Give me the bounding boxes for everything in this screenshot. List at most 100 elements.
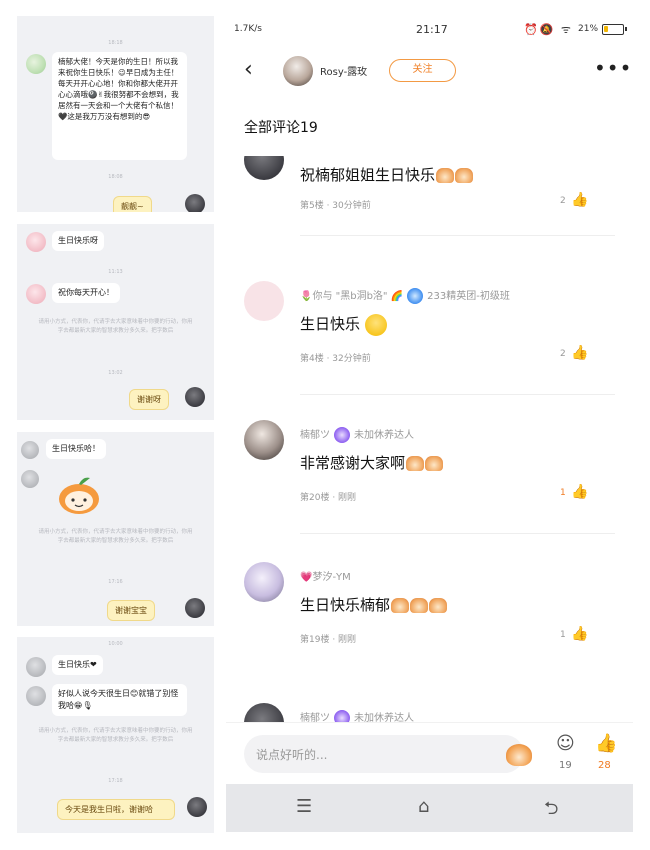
comment-placeholder: 说点好听的... [256, 748, 328, 762]
top-nav: ‹ Rosy-露玫 关注 ••• [226, 52, 633, 88]
avatar [185, 194, 205, 212]
timestamp: 18:08 [108, 174, 123, 180]
home-icon[interactable]: ⌂ [418, 796, 429, 817]
divider [300, 533, 615, 534]
back-icon[interactable]: ‹ [244, 57, 253, 82]
commenter-meta: 楠郁ツ 未加休养达人 [300, 426, 414, 443]
divider [300, 394, 615, 395]
commenter-avatar[interactable] [244, 281, 284, 321]
battery-percent: 21% [578, 24, 599, 34]
user-avatar[interactable] [283, 56, 313, 86]
avatar [187, 797, 207, 817]
thumbs-up-icon[interactable]: 👍 [571, 484, 588, 500]
commenter-meta: 楠郁ツ 未加休养达人 [300, 709, 414, 722]
menu-icon[interactable]: ☰ [296, 796, 312, 817]
message-bubble: 生日快乐哈！ [46, 439, 106, 459]
comment-text: 非常感谢大家啊 [300, 452, 444, 473]
system-notice: 请用小方式，代表你，代请字去大家意味着中你要的行动，你用字去都最新大家的智慧求教… [38, 319, 193, 334]
avatar [185, 598, 205, 618]
level-badge-icon [407, 288, 424, 304]
commenter-badge: 233精英团-初级班 [427, 291, 510, 302]
comment-floor-time: 第19楼 · 刚刚 [300, 635, 357, 645]
sticker-emoji [406, 456, 425, 471]
comment-floor-time: 第5楼 · 30分钟前 [300, 201, 371, 211]
avatar [185, 387, 205, 407]
battery-icon [602, 24, 627, 35]
status-icons: ⏰🔕 ᯤ [524, 23, 573, 36]
message-bubble: 祝你每天开心！ [52, 283, 120, 303]
like-total: 28 [598, 760, 611, 771]
commenter-name[interactable]: 楠郁ツ [300, 713, 330, 722]
timestamp: 10:00 [108, 641, 123, 647]
timestamp: 13:02 [108, 370, 123, 376]
message-bubble: 生日快乐呀 [52, 231, 104, 251]
avatar [26, 284, 46, 304]
chat-screenshot-3: 生日快乐哈！ 请用小方式，代表你，代请字去大家意味着中你要的行动，你用字去都最新… [17, 432, 214, 626]
commenter-badge: 未加休养达人 [354, 430, 414, 441]
sticker-emoji [425, 456, 444, 471]
message-bubble: 楠郁大佬！今天是你的生日！所以我来祝你生日快乐！😉早日成为主任！ 每天开开心心地… [52, 52, 187, 160]
reply-bubble: 谢谢呀 [129, 389, 169, 410]
chat-screenshot-2: 生日快乐呀 11:13 祝你每天开心！ 请用小方式，代表你，代请字去大家意味着中… [17, 224, 214, 420]
follow-button[interactable]: 关注 [389, 59, 456, 82]
commenter-name[interactable]: 楠郁ツ [300, 430, 330, 441]
sticker-emoji [410, 598, 429, 613]
comment-icon[interactable]: ☺ [556, 733, 575, 754]
smile-emoji [364, 313, 387, 336]
sticker-emoji [429, 598, 448, 613]
like-icon[interactable]: 👍 [595, 733, 617, 754]
comment-input-bar: 说点好听的... ☺ 19 👍 28 [226, 722, 633, 784]
user-name[interactable]: Rosy-露玫 [320, 63, 367, 78]
system-notice: 请用小方式，代表你，代请字去大家意味着中你要的行动，你用字去都最新大家的智慧求教… [38, 728, 193, 743]
commenter-avatar[interactable] [244, 562, 284, 602]
comment-floor-time: 第4楼 · 32分钟前 [300, 354, 371, 364]
comment-count: 19 [559, 760, 572, 771]
commenter-meta: 🌷你与 "黑b洞b洛" 🌈 233精英团-初级班 [300, 287, 510, 304]
comment-text: 祝楠郁姐姐生日快乐 [300, 164, 474, 185]
commenter-name[interactable]: 🌷你与 "黑b洞b洛" 🌈 [300, 291, 403, 302]
avatar [21, 441, 39, 459]
avatar [26, 686, 46, 706]
status-bar: 1.7K/s 21:17 ⏰🔕 ᯤ 21% [226, 16, 633, 44]
comment-text: 生日快乐 [300, 313, 387, 336]
sticker-emoji [391, 598, 410, 613]
reply-bubble: 今天是我生日啦，谢谢哈 [57, 799, 175, 820]
commenter-name[interactable]: 💗梦汐-YM [300, 568, 351, 583]
chat-screenshot-1: 18:18 楠郁大佬！今天是你的生日！所以我来祝你生日快乐！😉早日成为主任！ 每… [17, 16, 214, 212]
system-notice: 请用小方式，代表你，代请字去大家意味着中你要的行动，你用字去都最新大家的智慧求教… [38, 529, 193, 544]
comments-screen: 1.7K/s 21:17 ⏰🔕 ᯤ 21% ‹ Rosy-露玫 关注 ••• 全… [226, 16, 633, 832]
avatar [26, 54, 46, 74]
level-badge-icon [334, 710, 350, 722]
commenter-avatar[interactable] [244, 703, 284, 722]
thumbs-up-icon[interactable]: 👍 [571, 626, 588, 642]
like-count: 1 [560, 488, 566, 498]
system-nav-bar: ☰ ⌂ ⮌ [226, 784, 633, 832]
avatar [26, 657, 46, 677]
back-nav-icon[interactable]: ⮌ [544, 796, 558, 826]
sticker-picker-icon[interactable] [506, 744, 532, 766]
comment-input[interactable]: 说点好听的... [244, 735, 532, 773]
timestamp: 11:13 [108, 269, 123, 275]
chat-screenshot-4: 10:00 生日快乐❤ 好似人说今天很生日😊就错了别怪我哈😁🎙 请用小方式，代表… [17, 637, 214, 833]
reply-bubble: 靓靓~ [113, 196, 152, 212]
reply-bubble: 谢谢宝宝 [107, 600, 155, 621]
sticker-emoji [436, 168, 455, 183]
thumbs-up-icon[interactable]: 👍 [571, 345, 588, 361]
level-badge-icon [334, 427, 350, 443]
comments-heading: 全部评论19 [244, 120, 318, 136]
more-icon[interactable]: ••• [594, 56, 632, 80]
thumbs-up-icon[interactable]: 👍 [571, 192, 588, 208]
timestamp: 17:18 [108, 778, 123, 784]
orange-sticker [59, 477, 99, 514]
commenter-avatar[interactable] [244, 156, 284, 180]
divider [300, 235, 615, 236]
comment-floor-time: 第20楼 · 刚刚 [300, 493, 357, 503]
message-bubble: 生日快乐❤ [52, 655, 103, 675]
sticker-emoji [455, 168, 474, 183]
like-count: 2 [560, 349, 566, 359]
commenter-avatar[interactable] [244, 420, 284, 460]
comment-list[interactable]: ... 祝楠郁姐姐生日快乐 第5楼 · 30分钟前 2 👍 🌷你与 "黑b洞b洛… [226, 156, 633, 722]
status-time: 21:17 [416, 23, 448, 36]
timestamp: 17:16 [108, 579, 123, 585]
network-speed: 1.7K/s [234, 24, 262, 34]
